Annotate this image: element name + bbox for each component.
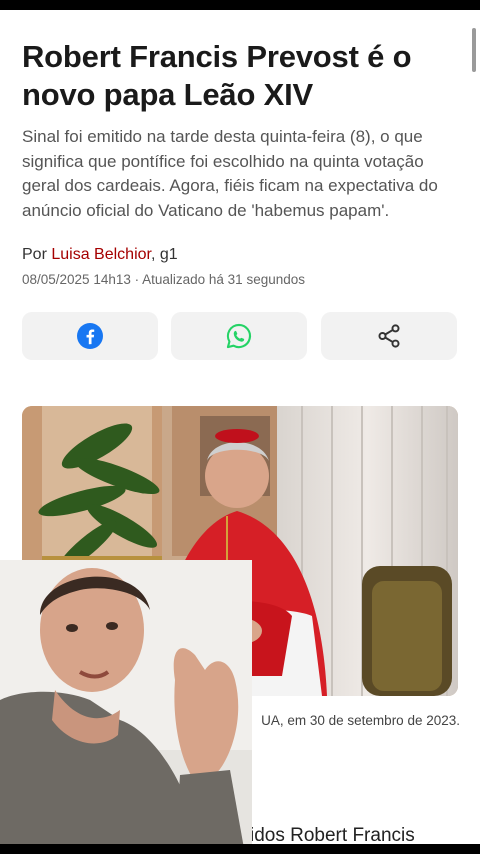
share-icon [378,324,400,348]
article-page: Robert Francis Prevost é o novo papa Leã… [0,10,480,844]
byline-prefix: Por [22,246,52,263]
share-button[interactable] [321,312,457,360]
share-whatsapp-button[interactable] [171,312,307,360]
publish-date: 08/05/2025 14h13 · Atualizado há 31 segu… [22,272,305,287]
article-subtitle: Sinal foi emitido na tarde desta quinta-… [22,127,438,220]
author-link[interactable]: Luisa Belchior [51,246,151,263]
presenter-video-overlay [0,560,252,844]
article-title: Robert Francis Prevost é o novo papa Leã… [22,39,412,112]
scrollbar[interactable] [472,28,476,72]
whatsapp-icon [226,323,251,349]
article-body-text: idos Robert Francis [250,825,415,844]
share-facebook-button[interactable] [22,312,158,360]
byline-suffix: , g1 [150,246,178,263]
facebook-icon [77,323,103,349]
byline: Por Luisa Belchior, g1 [22,246,178,264]
